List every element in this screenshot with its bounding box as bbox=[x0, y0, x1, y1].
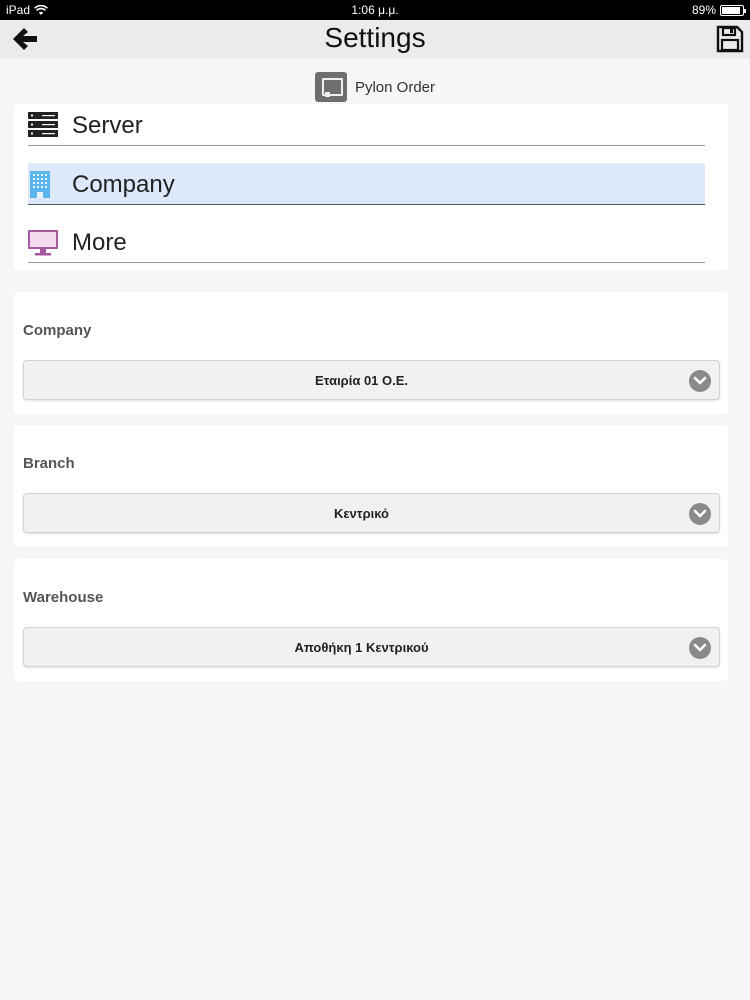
status-bar-right: 89% bbox=[691, 3, 746, 17]
chevron-down-icon bbox=[689, 637, 711, 659]
company-select-value: Εταιρία 01 Ο.Ε. bbox=[314, 373, 409, 388]
company-label: Company bbox=[23, 322, 92, 339]
menu-item-more[interactable]: More bbox=[28, 221, 705, 263]
app-header: Pylon Order bbox=[0, 72, 750, 102]
navigation-bar: Settings bbox=[0, 20, 750, 58]
app-name: Pylon Order bbox=[354, 78, 436, 96]
battery-level bbox=[722, 6, 740, 14]
chevron-down-icon bbox=[689, 503, 711, 525]
company-select[interactable]: Εταιρία 01 Ο.Ε. bbox=[23, 360, 720, 400]
status-time: 1:06 μ.μ. bbox=[351, 3, 399, 17]
page-title: Settings bbox=[324, 22, 426, 53]
building-icon bbox=[30, 171, 50, 198]
menu-item-label: Server bbox=[72, 112, 143, 139]
chevron-down-icon bbox=[689, 370, 711, 392]
branch-panel: Branch Κεντρικό bbox=[14, 425, 728, 547]
menu-item-label: More bbox=[72, 229, 127, 256]
warehouse-select[interactable]: Αποθήκη 1 Κεντρικού bbox=[23, 627, 720, 667]
branch-label: Branch bbox=[23, 455, 75, 472]
battery-icon bbox=[720, 4, 746, 16]
server-icon bbox=[28, 112, 58, 137]
status-bar: iPad 1:06 μ.μ. 89% bbox=[0, 0, 750, 20]
branch-select-value: Κεντρικό bbox=[333, 506, 389, 521]
battery-percent: 89% bbox=[691, 3, 716, 17]
warehouse-select-value: Αποθήκη 1 Κεντρικού bbox=[294, 640, 429, 655]
menu-item-company[interactable]: Company bbox=[28, 163, 705, 205]
settings-menu: Server Company More bbox=[14, 104, 728, 270]
menu-item-label: Company bbox=[72, 171, 175, 198]
warehouse-label: Warehouse bbox=[23, 589, 104, 606]
warehouse-panel: Warehouse Αποθήκη 1 Κεντρικού bbox=[14, 559, 728, 681]
branch-select[interactable]: Κεντρικό bbox=[23, 493, 720, 533]
menu-item-server[interactable]: Server bbox=[28, 104, 705, 146]
app-logo-icon bbox=[314, 72, 347, 102]
floppy-disk-icon bbox=[716, 25, 744, 53]
save-button[interactable] bbox=[716, 25, 744, 53]
monitor-icon bbox=[28, 230, 58, 256]
company-panel: Company Εταιρία 01 Ο.Ε. bbox=[14, 292, 728, 414]
